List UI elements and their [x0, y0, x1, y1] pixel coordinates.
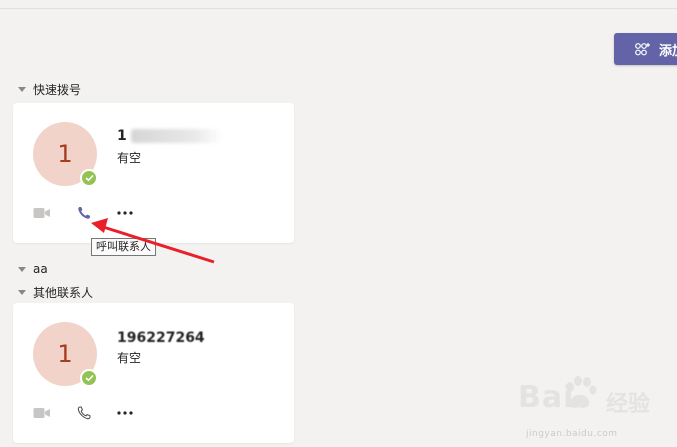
group-header-other-contacts[interactable]: 其他联系人 [18, 284, 93, 300]
contact-name-text: 196227264 [117, 330, 205, 346]
avatar-initial: 1 [57, 340, 73, 368]
add-contact-button[interactable]: 添加 [614, 33, 677, 65]
top-divider [0, 8, 677, 9]
contact-name: 1 [117, 128, 223, 144]
status-text: 有空 [117, 151, 142, 165]
avatar-initial: 1 [57, 140, 73, 168]
more-icon[interactable] [117, 204, 133, 222]
chevron-down-icon [18, 86, 26, 92]
chevron-down-icon [18, 266, 26, 272]
phone-icon[interactable] [77, 404, 91, 422]
group-name: aa [33, 262, 48, 276]
contact-name: 196227264 [117, 330, 205, 346]
status-text: 有空 [117, 351, 142, 365]
add-contact-label: 添加 [659, 43, 677, 59]
phone-icon[interactable] [77, 204, 91, 222]
card-actions [33, 204, 153, 222]
redacted-region [130, 129, 223, 143]
group-name: 其他联系人 [33, 285, 94, 300]
group-header-aa[interactable]: aa [18, 261, 48, 277]
contacts-view: 添加 快速拨号 1 1 有空 [0, 0, 677, 447]
group-name: 快速拨号 [33, 82, 82, 97]
add-people-icon [633, 42, 651, 56]
baidu-watermark: Bai 经验 jingyan.baidu.com [518, 372, 668, 442]
more-icon[interactable] [117, 404, 133, 422]
watermark-url: jingyan.baidu.com [526, 429, 618, 439]
video-icon[interactable] [33, 204, 51, 222]
call-tooltip: 呼叫联系人 [91, 238, 156, 256]
group-header-speed-dial[interactable]: 快速拨号 [18, 81, 81, 97]
chevron-down-icon [18, 289, 26, 295]
video-icon[interactable] [33, 404, 51, 422]
contact-card[interactable]: 1 196227264 有空 [13, 303, 294, 443]
paw-icon [566, 376, 597, 408]
check-icon [80, 369, 98, 387]
check-icon [80, 169, 98, 187]
card-actions [33, 404, 153, 422]
contact-card[interactable]: 1 1 有空 [13, 103, 294, 243]
contact-name-text: 1 [117, 128, 127, 144]
watermark-text: 经验 [606, 392, 651, 417]
